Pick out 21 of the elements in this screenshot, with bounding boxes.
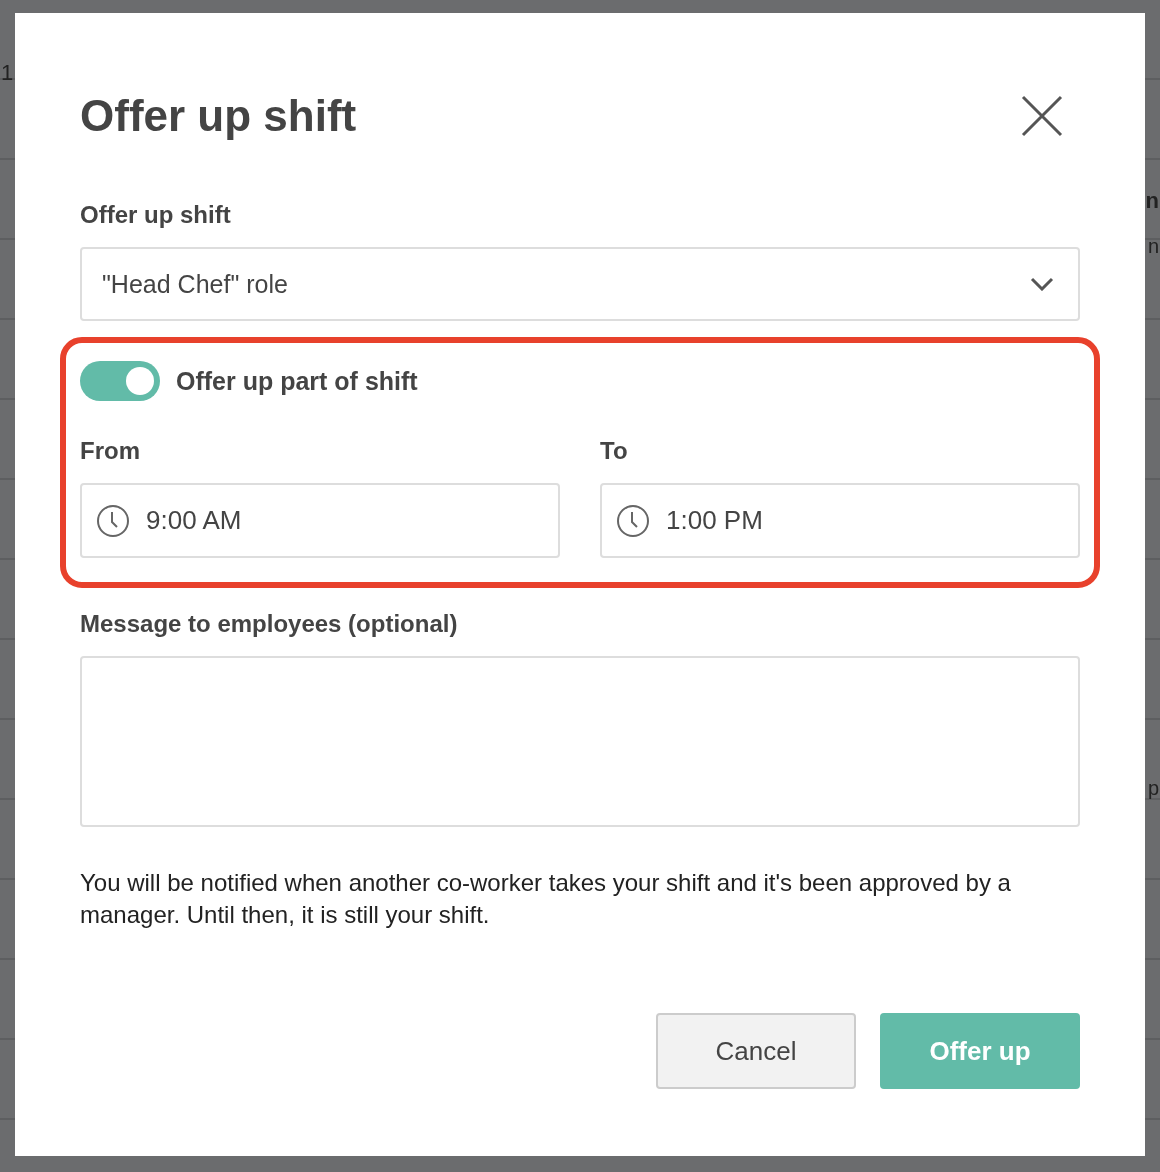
background-text: n — [1147, 236, 1159, 256]
background-text: 1 — [1, 62, 14, 84]
field-label: To — [600, 437, 629, 465]
time-field[interactable]: 1:00 PM — [600, 483, 1080, 558]
note-text: You will be notified when another co-worker takes your shift and it's been approved by a manager. Until then, it is still your shift. — [80, 868, 1012, 930]
field-label: Message to employees (optional) — [80, 610, 459, 638]
shift-select[interactable]: "Head Chef" role — [80, 247, 1080, 321]
chevron-down-icon — [1030, 277, 1054, 291]
field-label: From — [80, 437, 141, 465]
time-field[interactable]: 9:00 AM — [80, 483, 560, 558]
background-text: n — [1145, 190, 1159, 212]
toggle-label: Offer up part of shift — [176, 366, 418, 396]
field-label: Offer up shift — [80, 201, 232, 229]
background-text: p — [1147, 778, 1159, 798]
dialog-title: Offer up shift — [80, 91, 357, 141]
close-icon[interactable] — [1021, 95, 1063, 137]
toggle-switch[interactable] — [80, 361, 160, 401]
clock-icon — [96, 503, 130, 538]
message-field[interactable] — [80, 656, 1080, 827]
clock-icon — [616, 503, 650, 538]
cancel-button[interactable]: Cancel — [656, 1013, 856, 1089]
